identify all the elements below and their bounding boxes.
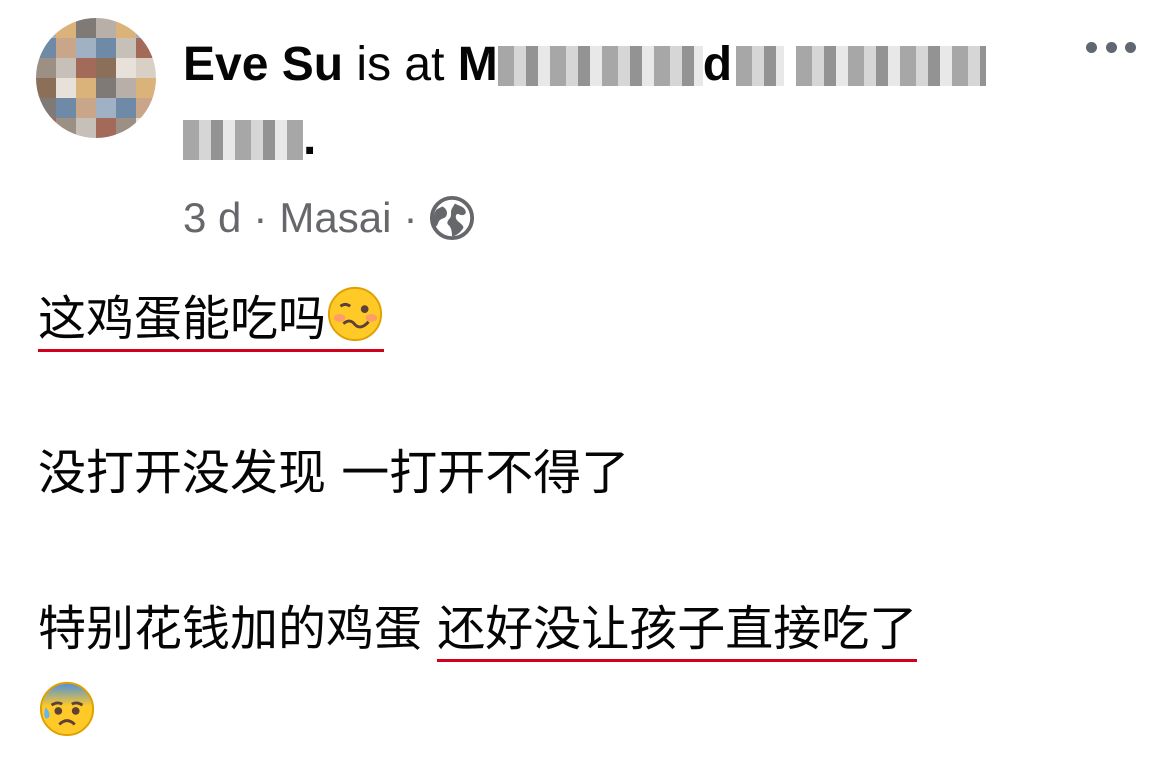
- avatar-pixel: [136, 118, 156, 138]
- avatar-pixel: [56, 118, 76, 138]
- avatar-pixel: [116, 78, 136, 98]
- post-text-line-4: [38, 680, 96, 744]
- avatar-pixel: [56, 58, 76, 78]
- avatar-pixel: [56, 98, 76, 118]
- post-meta: 3 d · Masai ·: [183, 190, 475, 246]
- post-text-line-3: 特别花钱加的鸡蛋 还好没让孩子直接吃了: [38, 599, 918, 662]
- avatar-pixel: [136, 78, 156, 98]
- post-header: Eve Su is at Md .: [183, 28, 1063, 176]
- avatar-pixel: [76, 78, 96, 98]
- underlined-text: 这鸡蛋能吃吗: [38, 286, 385, 352]
- avatar-pixel: [36, 78, 56, 98]
- woozy-face-emoji: [327, 286, 383, 342]
- avatar-pixel: [116, 98, 136, 118]
- avatar[interactable]: [36, 18, 156, 138]
- avatar-pixel: [136, 58, 156, 78]
- avatar-pixel: [76, 58, 96, 78]
- blurred-place-text: [183, 120, 303, 160]
- avatar-pixel: [56, 38, 76, 58]
- avatar-pixel: [36, 38, 56, 58]
- avatar-pixel: [116, 118, 136, 138]
- avatar-pixel: [36, 98, 56, 118]
- post-location[interactable]: Masai: [279, 194, 391, 242]
- post-text-line-1: 这鸡蛋能吃吗: [38, 285, 385, 352]
- avatar-pixel: [36, 118, 56, 138]
- avatar-pixel: [76, 18, 96, 38]
- blurred-place-text: [497, 46, 703, 86]
- avatar-pixel: [76, 38, 96, 58]
- avatar-pixel: [116, 38, 136, 58]
- place-name-mid[interactable]: d: [703, 38, 732, 91]
- avatar-pixel: [96, 78, 116, 98]
- checkin-text: is at: [343, 38, 458, 91]
- avatar-pixel: [136, 98, 156, 118]
- anxious-face-with-sweat-emoji: [39, 681, 95, 737]
- avatar-pixel: [136, 38, 156, 58]
- blurred-place-text: [736, 46, 785, 86]
- more-horizontal-icon: [1086, 41, 1097, 53]
- post-time[interactable]: 3 d: [183, 194, 241, 242]
- more-options-button[interactable]: [1086, 40, 1136, 54]
- avatar-pixel: [96, 18, 116, 38]
- place-name-end: .: [303, 112, 317, 165]
- underlined-text: 还好没让孩子直接吃了: [437, 601, 918, 662]
- avatar-pixel: [36, 58, 56, 78]
- avatar-pixel: [56, 18, 76, 38]
- globe-icon[interactable]: [429, 195, 475, 241]
- avatar-pixel: [76, 118, 96, 138]
- avatar-pixel: [96, 118, 116, 138]
- avatar-pixel: [96, 98, 116, 118]
- place-name-start[interactable]: M: [458, 38, 498, 91]
- avatar-pixel: [96, 38, 116, 58]
- avatar-pixel: [36, 18, 56, 38]
- avatar-pixel: [76, 98, 96, 118]
- author-name[interactable]: Eve Su: [183, 38, 343, 91]
- blurred-place-text: [796, 46, 987, 86]
- post-text-line-2: 没打开没发现 一打开不得了: [38, 445, 630, 501]
- meta-separator: ·: [403, 194, 418, 241]
- meta-separator: ·: [253, 194, 268, 241]
- avatar-pixel: [116, 58, 136, 78]
- avatar-pixel: [116, 18, 136, 38]
- avatar-pixel: [136, 18, 156, 38]
- avatar-pixel: [96, 58, 116, 78]
- avatar-pixel: [56, 78, 76, 98]
